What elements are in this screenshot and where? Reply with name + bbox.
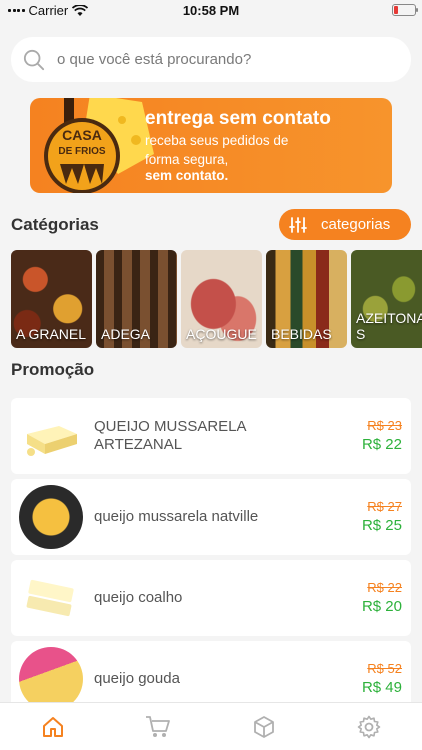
banner-subtitle-2: forma segura, [145, 152, 229, 167]
category-card-bebidas[interactable]: BEBIDAS [266, 250, 347, 348]
banner-bold-line: sem contato. [145, 168, 229, 183]
category-card-azeitonas[interactable]: AZEITONAS [351, 250, 422, 348]
banner-subtitle-1: receba seus pedidos de [145, 133, 289, 148]
svg-text:DE FRIOS: DE FRIOS [58, 146, 106, 157]
new-price: R$ 49 [361, 679, 402, 696]
status-time: 10:58 PM [182, 3, 240, 18]
svg-text:CASA: CASA [62, 127, 102, 143]
category-card-granel[interactable]: A GRANEL [11, 250, 92, 348]
search-icon [23, 49, 45, 70]
battery-icon [392, 4, 418, 16]
gear-icon [357, 715, 381, 738]
new-price: R$ 25 [361, 517, 402, 534]
promo-item[interactable]: queijo mussarela natville R$ 27 R$ 25 [11, 479, 411, 555]
sliders-icon [289, 216, 307, 233]
product-image [19, 404, 83, 468]
promo-list: QUEIJO MUSSARELA ARTEZANAL R$ 23 R$ 22 q… [11, 398, 411, 722]
tab-orders[interactable] [239, 707, 289, 747]
product-image [19, 566, 83, 630]
categories-button[interactable]: categorias [279, 209, 411, 240]
new-price: R$ 22 [361, 436, 402, 453]
tab-home[interactable] [28, 707, 78, 747]
old-price: R$ 27 [367, 499, 402, 514]
new-price: R$ 20 [361, 598, 402, 615]
old-price: R$ 52 [367, 661, 402, 676]
product-image [19, 485, 83, 549]
home-icon [42, 716, 63, 737]
product-name: QUEIJO MUSSARELA ARTEZANAL [94, 418, 246, 453]
product-name: queijo coalho [94, 589, 183, 606]
category-label: AÇOUGUE [186, 326, 257, 342]
banner-title: entrega sem contato [145, 108, 331, 129]
promo-banner[interactable]: CASA DE FRIOS entrega sem contato receba… [30, 98, 392, 193]
tab-settings[interactable] [344, 707, 394, 747]
old-price: R$ 23 [367, 418, 402, 433]
categories-row: A GRANEL ADEGA AÇOUGUE BEBIDAS AZEITONAS [11, 250, 422, 348]
old-price: R$ 22 [367, 580, 402, 595]
cart-icon [146, 715, 171, 737]
search-bar[interactable] [11, 37, 411, 82]
tab-bar [0, 702, 422, 750]
category-label: BEBIDAS [271, 326, 332, 342]
category-card-adega[interactable]: ADEGA [96, 250, 177, 348]
categories-title: Catégorias [11, 215, 99, 234]
promo-item[interactable]: QUEIJO MUSSARELA ARTEZANAL R$ 23 R$ 22 [11, 398, 411, 474]
categories-button-label: categorias [321, 216, 391, 233]
casa-de-frios-logo: CASA DE FRIOS [44, 98, 154, 193]
search-input[interactable] [57, 51, 377, 68]
promo-item[interactable]: queijo coalho R$ 22 R$ 20 [11, 560, 411, 636]
category-card-acougue[interactable]: AÇOUGUE [181, 250, 262, 348]
tab-cart[interactable] [133, 707, 183, 747]
product-name: queijo mussarela natville [94, 508, 259, 525]
promo-title: Promoção [11, 360, 95, 379]
category-label: ADEGA [101, 326, 151, 342]
status-bar: Carrier 10:58 PM [0, 0, 422, 22]
category-label: A GRANEL [16, 326, 87, 342]
box-icon [253, 715, 274, 738]
category-label: AZEITONAS [356, 310, 422, 342]
